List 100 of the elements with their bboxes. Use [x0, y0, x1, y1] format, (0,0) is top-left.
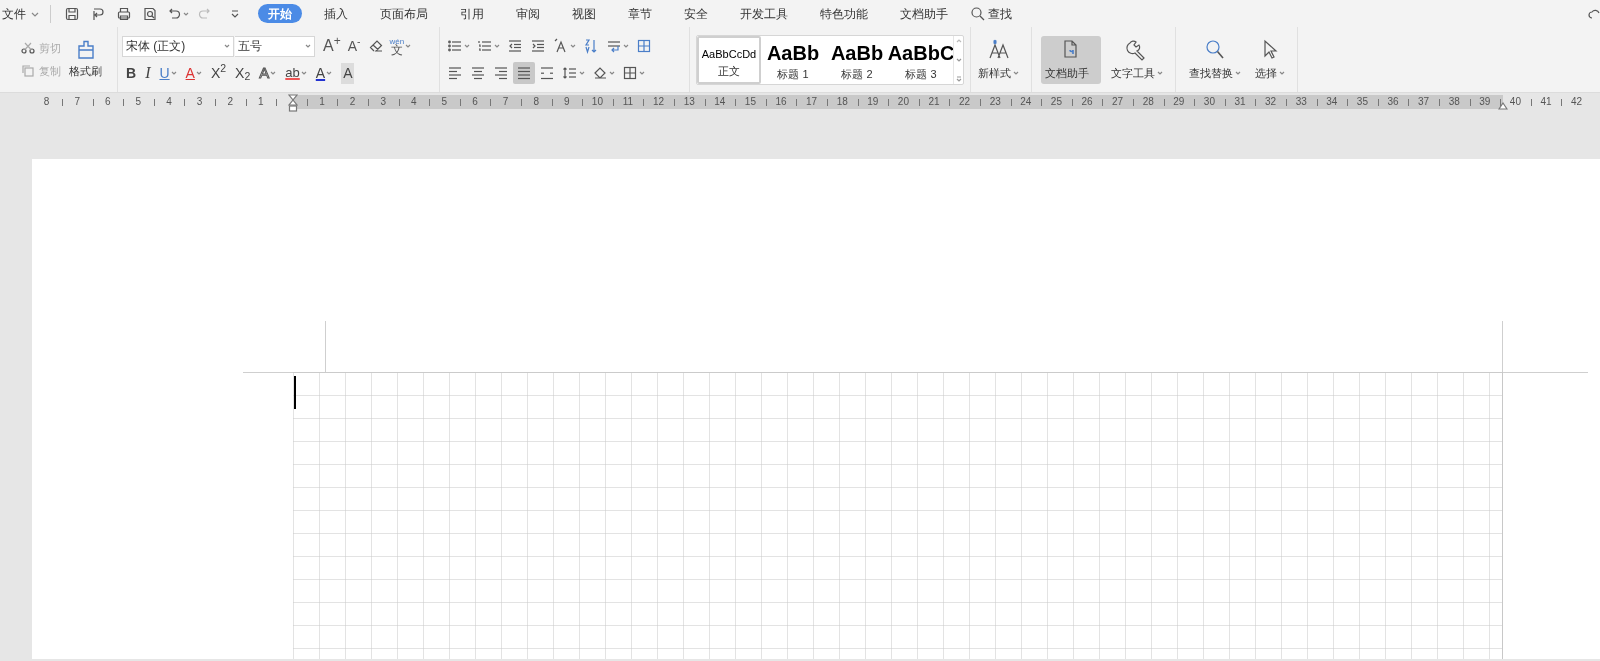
- caret-icon: [464, 43, 470, 49]
- ribbon-tab[interactable]: 视图: [562, 4, 606, 23]
- grow-font-button[interactable]: A$^{+}$: [320, 34, 344, 58]
- align-left-icon: [447, 65, 463, 81]
- italic-button[interactable]: I: [141, 62, 155, 84]
- caret-icon: [623, 43, 629, 49]
- ribbon-tab[interactable]: 特色功能: [810, 4, 878, 23]
- ruler-number: 31: [1234, 95, 1246, 109]
- numbered-list-icon: [477, 38, 493, 54]
- borders-icon: [622, 65, 638, 81]
- ruler-number: 36: [1387, 95, 1399, 109]
- find-replace-button[interactable]: 查找替换: [1185, 35, 1245, 84]
- ruler-number: 30: [1203, 95, 1215, 109]
- highlight-button[interactable]: ab: [281, 62, 311, 84]
- assistant-button[interactable]: 文档助手: [1041, 35, 1101, 84]
- style-preset[interactable]: AaBb 标题 2: [825, 35, 889, 84]
- subscript-button[interactable]: X$_{2}$: [231, 62, 255, 84]
- expand-icon[interactable]: [955, 75, 962, 82]
- caret-icon: [270, 70, 277, 76]
- style-preset[interactable]: AaBb 标题 1: [761, 35, 825, 84]
- ruler-number: 23: [989, 95, 1001, 109]
- ruler-number: 12: [653, 95, 665, 109]
- caret-icon: [305, 43, 311, 49]
- new-style-button[interactable]: 新样式: [974, 35, 1023, 84]
- ruler-number: 42: [1571, 95, 1583, 109]
- search-button[interactable]: 查找: [970, 4, 1012, 23]
- ruler-number: 22: [959, 95, 971, 109]
- export-icon: [90, 5, 106, 22]
- ribbon-tab[interactable]: 审阅: [506, 4, 550, 23]
- caret-icon: [170, 70, 177, 76]
- ribbon-tab[interactable]: 引用: [450, 4, 494, 23]
- ruler-number: 29: [1173, 95, 1185, 109]
- caret-icon: [579, 70, 585, 76]
- line-break-icon: [606, 38, 622, 54]
- caret-icon: [300, 70, 307, 76]
- increase-indent-icon: [530, 38, 546, 54]
- ruler-number: 37: [1418, 95, 1430, 109]
- copy-icon: [20, 62, 36, 79]
- ruler-number: 8: [533, 95, 539, 109]
- ruler-number: 18: [836, 95, 848, 109]
- search-icon: [970, 5, 986, 22]
- ruler-number: 21: [928, 95, 940, 109]
- caret-icon: [609, 70, 615, 76]
- ruler-number: 1: [258, 95, 264, 109]
- save-icon: [64, 5, 80, 22]
- indent-marker-icon[interactable]: [288, 94, 298, 112]
- caret-icon: [195, 70, 202, 76]
- bold-button[interactable]: B: [122, 62, 141, 84]
- ruler-number: 5: [135, 95, 142, 109]
- ruler-number: 26: [1081, 95, 1093, 109]
- font-color-button[interactable]: A: [311, 62, 337, 84]
- phonetic-guide-button[interactable]: wén 文: [387, 37, 414, 55]
- sort-icon: [583, 38, 599, 54]
- ruler-number: 19: [867, 95, 879, 109]
- ruler-number: 13: [683, 95, 695, 109]
- caret-icon: [183, 10, 189, 17]
- ribbon-tab[interactable]: 开发工具: [730, 4, 798, 23]
- ruler-number: 7: [502, 95, 509, 109]
- select-button[interactable]: 选择: [1251, 35, 1289, 84]
- ribbon-tab[interactable]: 文档助手: [890, 4, 958, 23]
- ribbon-tab[interactable]: 章节: [618, 4, 662, 23]
- ribbon-tab[interactable]: 页面布局: [370, 4, 438, 23]
- scissors-icon: [20, 40, 36, 57]
- ruler-number: 28: [1142, 95, 1154, 109]
- shrink-font-button[interactable]: A$^{-}$: [344, 35, 364, 57]
- eraser-icon: [367, 38, 384, 54]
- caret-icon: [326, 70, 333, 76]
- print-icon: [116, 5, 132, 22]
- line-spacing-icon: [562, 65, 578, 81]
- right-indent-marker-icon[interactable]: [1498, 100, 1508, 110]
- effects-button[interactable]: A: [255, 62, 281, 84]
- table-insert-icon: [636, 38, 652, 54]
- strikethrough-button[interactable]: A: [181, 62, 206, 84]
- ruler-number: 10: [591, 95, 603, 109]
- ruler-number: 17: [806, 95, 818, 109]
- ruler-number: 15: [744, 95, 756, 109]
- file-menu[interactable]: 文件: [0, 0, 42, 27]
- scroll-down-icon[interactable]: [955, 56, 962, 63]
- font-size-select[interactable]: 五号: [235, 35, 315, 57]
- font-name-select[interactable]: 宋体 (正文): [122, 35, 234, 57]
- ruler-number: 20: [897, 95, 909, 109]
- ruler-number: 38: [1448, 95, 1460, 109]
- ribbon-tab[interactable]: 插入: [314, 4, 358, 23]
- superscript-button[interactable]: X$^{2}$: [206, 62, 231, 84]
- text-tools-button[interactable]: 文字工具: [1107, 35, 1167, 84]
- ruler-number: 41: [1540, 95, 1552, 109]
- ruler-number: 7: [74, 95, 80, 109]
- underline-button[interactable]: U: [155, 62, 181, 84]
- ruler-number: 24: [1020, 95, 1032, 109]
- align-justify-button[interactable]: [513, 62, 535, 84]
- ruler-number: 3: [380, 95, 386, 109]
- paint-bucket-icon: [592, 65, 608, 81]
- style-preset[interactable]: AaBbCcDd 正文: [697, 35, 761, 84]
- style-preset[interactable]: AaBbC 标题 3: [889, 35, 953, 84]
- print-preview-icon: [142, 5, 158, 22]
- ruler-number: 6: [472, 95, 478, 109]
- ribbon-tab[interactable]: 安全: [674, 4, 718, 23]
- ruler-number: 16: [775, 95, 787, 109]
- ruler-number: 8: [43, 95, 50, 109]
- format-painter-button[interactable]: 格式刷: [69, 39, 102, 80]
